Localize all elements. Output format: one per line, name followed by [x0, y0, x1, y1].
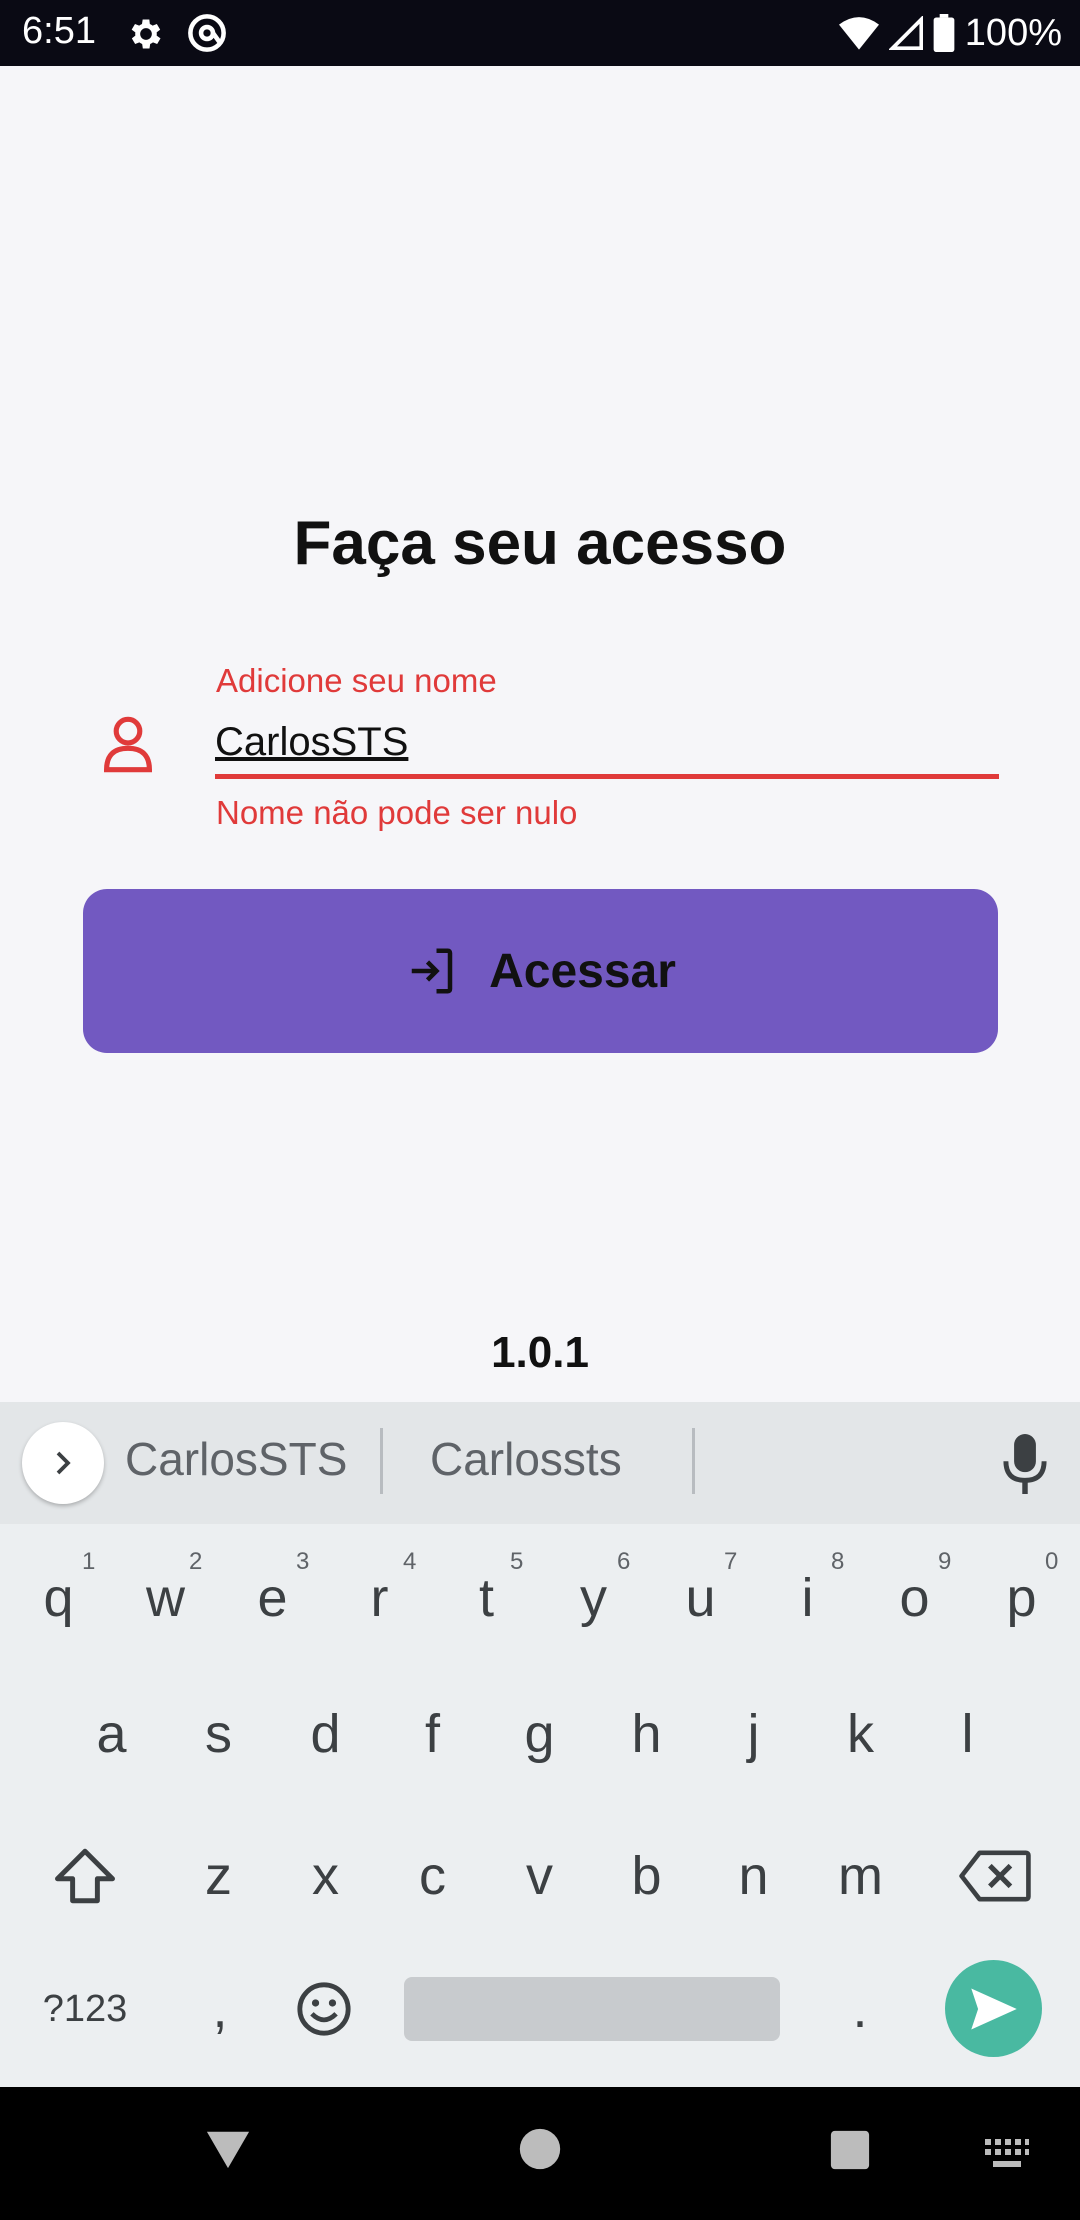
at-sign-icon — [188, 14, 226, 52]
key-hint: 6 — [617, 1548, 631, 1575]
keyboard-switch-icon[interactable] — [983, 2137, 1031, 2169]
key-c[interactable]: c — [379, 1828, 486, 1924]
key-hint: 1 — [82, 1548, 96, 1575]
status-bar: 6:51 100% — [0, 0, 1080, 66]
key-q[interactable]: q — [5, 1552, 112, 1644]
name-field-label: Adicione seu nome — [216, 662, 497, 699]
key-f[interactable]: f — [379, 1688, 486, 1780]
microphone-icon[interactable] — [1002, 1434, 1048, 1494]
send-icon — [970, 1988, 1017, 2029]
suggestion-separator — [380, 1428, 383, 1494]
backspace-key[interactable] — [940, 1828, 1050, 1924]
backspace-icon — [959, 1850, 1031, 1902]
suggestion-2[interactable]: Carlossts — [430, 1432, 622, 1486]
send-key[interactable] — [945, 1960, 1042, 2057]
login-icon — [411, 948, 453, 994]
app-version: 1.0.1 — [491, 1328, 589, 1377]
key-hint: 4 — [403, 1548, 417, 1575]
key-hint: 7 — [724, 1548, 738, 1575]
suggestion-1[interactable]: CarlosSTS — [125, 1432, 347, 1486]
key-hint: 9 — [938, 1548, 952, 1575]
name-field-error: Nome não pode ser nulo — [216, 794, 578, 831]
gear-icon — [131, 19, 161, 49]
status-time: 6:51 — [22, 10, 96, 52]
comma-key[interactable]: , — [168, 1964, 272, 2054]
key-e[interactable]: e — [219, 1552, 326, 1644]
chevron-right-icon — [56, 1451, 71, 1475]
battery-icon — [933, 14, 955, 52]
key-b[interactable]: b — [593, 1828, 700, 1924]
suggestion-bar: CarlosSTS Carlossts — [0, 1402, 1080, 1524]
access-button[interactable]: Acessar — [83, 889, 998, 1053]
person-icon — [103, 716, 153, 773]
recents-icon[interactable] — [828, 2129, 872, 2171]
login-screen: Faça seu acesso Adicione seu nome Nome n… — [0, 66, 1080, 1402]
battery-percent: 100% — [964, 11, 1062, 54]
key-hint: 5 — [510, 1548, 524, 1575]
key-m[interactable]: m — [807, 1828, 914, 1924]
key-w[interactable]: w — [112, 1552, 219, 1644]
name-input[interactable] — [215, 714, 999, 770]
space-key[interactable] — [404, 1977, 780, 2041]
key-n[interactable]: n — [700, 1828, 807, 1924]
key-h[interactable]: h — [593, 1688, 700, 1780]
key-j[interactable]: j — [700, 1688, 807, 1780]
key-hint: 8 — [831, 1548, 845, 1575]
suggestion-separator — [692, 1428, 695, 1494]
access-button-label: Acessar — [489, 944, 676, 998]
key-x[interactable]: x — [272, 1828, 379, 1924]
key-d[interactable]: d — [272, 1688, 379, 1780]
page-title: Faça seu acesso — [293, 509, 787, 578]
key-hint: 0 — [1045, 1548, 1059, 1575]
back-icon[interactable] — [205, 2127, 251, 2171]
shift-key[interactable] — [30, 1828, 140, 1924]
key-hint: 2 — [189, 1548, 203, 1575]
key-r[interactable]: r — [326, 1552, 433, 1644]
key-y[interactable]: y — [540, 1552, 647, 1644]
shift-icon — [55, 1848, 115, 1904]
emoji-key[interactable] — [272, 1964, 376, 2054]
period-key[interactable]: . — [808, 1964, 912, 2054]
key-i[interactable]: i — [754, 1552, 861, 1644]
key-a[interactable]: a — [58, 1688, 165, 1780]
suggestion-expand-button[interactable] — [22, 1422, 104, 1504]
home-icon[interactable] — [518, 2127, 562, 2171]
key-t[interactable]: t — [433, 1552, 540, 1644]
key-g[interactable]: g — [486, 1688, 593, 1780]
signal-icon — [888, 16, 923, 50]
key-l[interactable]: l — [914, 1688, 1021, 1780]
symbols-key[interactable]: ?123 — [20, 1964, 150, 2054]
key-k[interactable]: k — [807, 1688, 914, 1780]
key-o[interactable]: o — [861, 1552, 968, 1644]
wifi-icon — [838, 17, 879, 50]
key-hint: 3 — [296, 1548, 310, 1575]
navigation-bar — [0, 2087, 1080, 2220]
status-right-group: 100% — [838, 10, 1062, 56]
key-u[interactable]: u — [647, 1552, 754, 1644]
name-input-underline — [215, 774, 999, 779]
emoji-icon — [297, 1982, 351, 2036]
keyboard: CarlosSTS Carlossts q 1 w 2 e 3 r 4 t 5 … — [0, 1402, 1080, 2087]
key-v[interactable]: v — [486, 1828, 593, 1924]
key-z[interactable]: z — [165, 1828, 272, 1924]
key-s[interactable]: s — [165, 1688, 272, 1780]
key-p[interactable]: p — [968, 1552, 1075, 1644]
